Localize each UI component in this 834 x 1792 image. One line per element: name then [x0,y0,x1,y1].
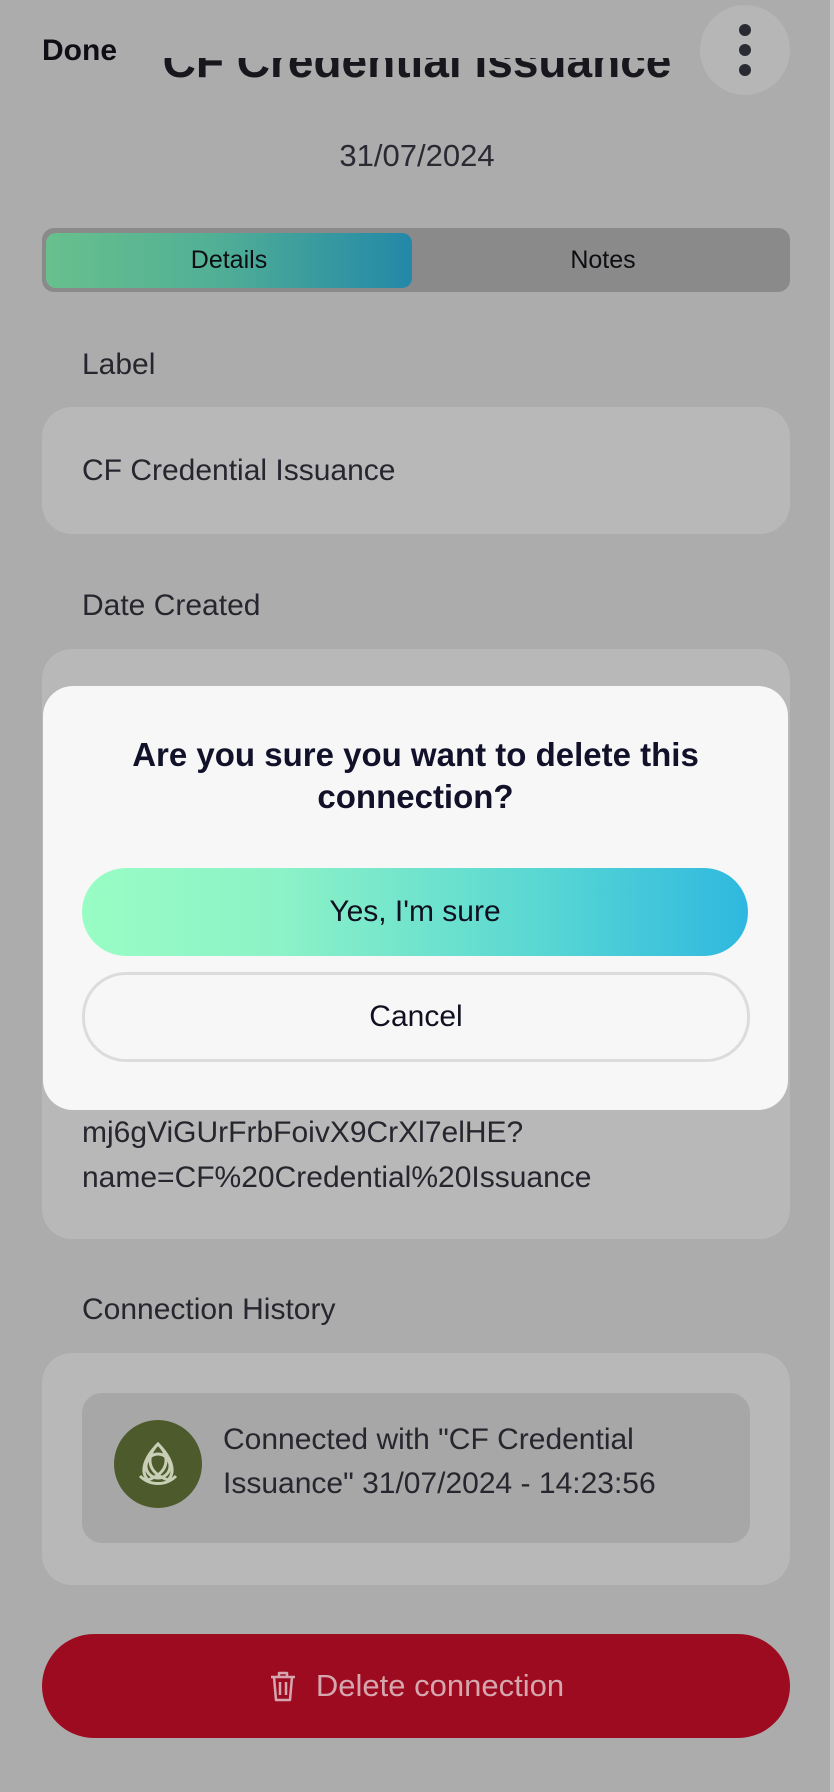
delete-connection-label: Delete connection [315,1668,565,1703]
more-vertical-icon-dot [739,44,751,56]
screen-edge [830,0,834,1792]
avatar [114,1420,202,1508]
history-entry-timestamp: 31/07/2024 - 14:23:56 [362,1467,656,1500]
connection-url-line: name=CF%20Credential%20Issuance [82,1161,592,1194]
history-entry-text: Connected with "CF Credential Issuance" … [223,1418,733,1506]
connection-url: mj6gViGUrFrbFoivX9CrXl7elHE? name=CF%20C… [82,1110,591,1200]
tab-details[interactable]: Details [46,233,412,288]
page-date: 31/07/2024 [339,138,495,173]
dialog-title: Are you sure you want to delete this con… [132,736,699,815]
tab-notes[interactable]: Notes [420,233,786,288]
cancel-button[interactable]: Cancel [82,972,750,1062]
delete-connection-button[interactable]: Delete connection [42,1634,790,1738]
connection-history-heading: Connection History [82,1293,336,1326]
page-title: CF Credential Issuance [162,58,672,87]
label-value: CF Credential Issuance [82,454,396,487]
more-vertical-icon [739,24,751,36]
connection-url-line: mj6gViGUrFrbFoivX9CrXl7elHE? [82,1116,524,1149]
date-created-heading: Date Created [82,589,261,622]
trash-icon [270,1671,295,1702]
confirm-delete-button[interactable]: Yes, I'm sure [82,868,748,956]
celtic-knot-icon [138,1441,178,1485]
page-title-wrapper: CF Credential Issuance [0,58,834,110]
label-heading: Label [82,348,156,381]
